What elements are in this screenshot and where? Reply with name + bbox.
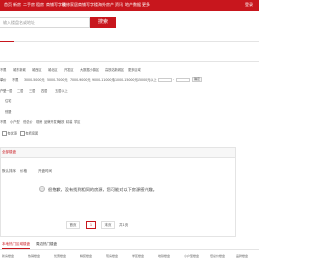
nav-item-home[interactable]: 首页	[4, 2, 12, 8]
checkbox-label: 有看房团	[25, 131, 39, 136]
nav-item-decor[interactable]: 装修家居	[62, 2, 78, 8]
filter-option[interactable]: 二居	[17, 89, 23, 94]
nav-item-more[interactable]: 更多	[142, 2, 150, 8]
pagination-first[interactable]: 首页	[66, 221, 80, 229]
bottom-link[interactable]: 现房楼盘	[106, 254, 118, 259]
filter-option[interactable]: 精装	[66, 120, 72, 125]
filter-option[interactable]: 9000-11000元	[92, 78, 115, 83]
pagination-last[interactable]: 末页	[101, 221, 115, 229]
pagination-total: 共1页	[119, 223, 129, 227]
search-placeholder: 输入楼盘名或地址	[3, 20, 35, 25]
checkbox-icon	[2, 131, 7, 136]
bottom-link[interactable]: 品牌楼盘	[236, 254, 248, 259]
filter-label: 单价	[0, 78, 7, 82]
active-tab-indicator	[0, 41, 14, 42]
filter-option[interactable]: 三居	[29, 89, 35, 94]
filter-option[interactable]: 城北区	[48, 68, 58, 73]
filter-option[interactable]: 3000-5000元	[24, 78, 45, 83]
filter-option[interactable]: 高铁站新城区	[105, 68, 124, 73]
price-confirm-button[interactable]: 确定	[192, 77, 202, 82]
filter-option[interactable]: 城西区	[32, 68, 42, 73]
bottom-link[interactable]: 新房楼盘	[2, 254, 14, 259]
bottom-link[interactable]: 小户型楼盘	[184, 254, 199, 259]
filter-option[interactable]: 15000元以上	[137, 78, 157, 83]
filter-option[interactable]: 现房	[36, 120, 42, 125]
nav-item-rent[interactable]: 租房	[36, 2, 44, 8]
bottom-link[interactable]: 精装楼盘	[80, 254, 92, 259]
sad-face-icon: ☹	[39, 186, 45, 192]
sort-opening[interactable]: 开盘时间	[38, 169, 52, 174]
range-dash: -	[173, 77, 175, 81]
checkbox-label: 有优惠	[7, 131, 18, 136]
nav-item-news[interactable]: 资讯	[115, 2, 123, 8]
filter-option[interactable]: 7000-9000元	[70, 78, 91, 83]
tab-nearby-hot[interactable]: 周边热门楼盘	[36, 241, 57, 248]
divider	[0, 41, 259, 42]
filter-option[interactable]: 不限	[12, 78, 18, 83]
bottom-link[interactable]: 优惠楼盘	[54, 254, 66, 259]
nav-item-overseas[interactable]: 海外房产	[98, 2, 114, 8]
pagination-page[interactable]: 1	[86, 221, 96, 229]
checkbox-discount[interactable]: 有优惠	[2, 131, 17, 136]
filter-option[interactable]: 城东新城	[13, 68, 26, 73]
bottom-link[interactable]: 地铁楼盘	[158, 254, 170, 259]
bottom-link[interactable]: 低总价楼盘	[210, 254, 225, 259]
empty-message: 很抱歉，没有找到相同的房源，您可能对以下房源感兴趣。	[48, 187, 157, 192]
filter-option[interactable]: 四居	[41, 89, 47, 94]
bottom-link[interactable]: 学区楼盘	[132, 254, 144, 259]
filter-option[interactable]: 一居	[6, 89, 12, 94]
filter-option[interactable]: 开发区	[64, 68, 74, 73]
filter-option[interactable]: 低总价	[23, 120, 33, 125]
filter-type-villa[interactable]: 别墅	[5, 110, 11, 115]
tab-local-hot[interactable]: 本地热门区域楼盘	[2, 241, 30, 249]
price-max-input[interactable]	[176, 78, 190, 82]
sort-default[interactable]: 默认排序	[2, 169, 16, 174]
login-link[interactable]: 登录	[245, 2, 253, 8]
checkbox-tour[interactable]: 有看房团	[20, 131, 38, 136]
filter-option[interactable]: 小户型	[10, 120, 20, 125]
filter-option[interactable]: 11000-15000元	[113, 78, 138, 83]
filter-option[interactable]: 不限	[0, 120, 6, 125]
filter-option[interactable]: 5000-7000元	[47, 78, 68, 83]
results-header	[1, 148, 235, 158]
sort-price[interactable]: 价格	[20, 169, 27, 174]
tab-all-listings[interactable]: 全部楼盘	[2, 150, 16, 155]
divider	[0, 61, 259, 62]
nav-item-new[interactable]: 新房	[13, 2, 21, 8]
nav-item-office[interactable]: 商铺写字楼	[78, 2, 98, 8]
price-min-input[interactable]	[158, 78, 172, 82]
search-input[interactable]: 输入楼盘名或地址	[0, 17, 90, 28]
filter-option[interactable]: 学区	[74, 120, 80, 125]
filter-option[interactable]: 更多区域	[128, 68, 141, 73]
filter-option[interactable]: 大数据小镇区	[80, 68, 99, 73]
filter-option[interactable]: 不限	[0, 68, 6, 73]
nav-item-data[interactable]: 地产数据	[125, 2, 141, 8]
filter-option[interactable]: 地铁	[58, 120, 64, 125]
search-button[interactable]: 搜索	[90, 17, 116, 28]
filter-option[interactable]: 五居以上	[55, 89, 68, 94]
bottom-link[interactable]: 热销楼盘	[28, 254, 40, 259]
nav-item-resale[interactable]: 二手房	[23, 2, 35, 8]
checkbox-icon	[20, 131, 25, 136]
top-nav: 首页 新房 二手房 租房 商铺写字楼 装修家居 商铺写字楼 海外房产 资讯 地产…	[0, 0, 259, 11]
filter-type-residential[interactable]: 住宅	[5, 99, 11, 104]
